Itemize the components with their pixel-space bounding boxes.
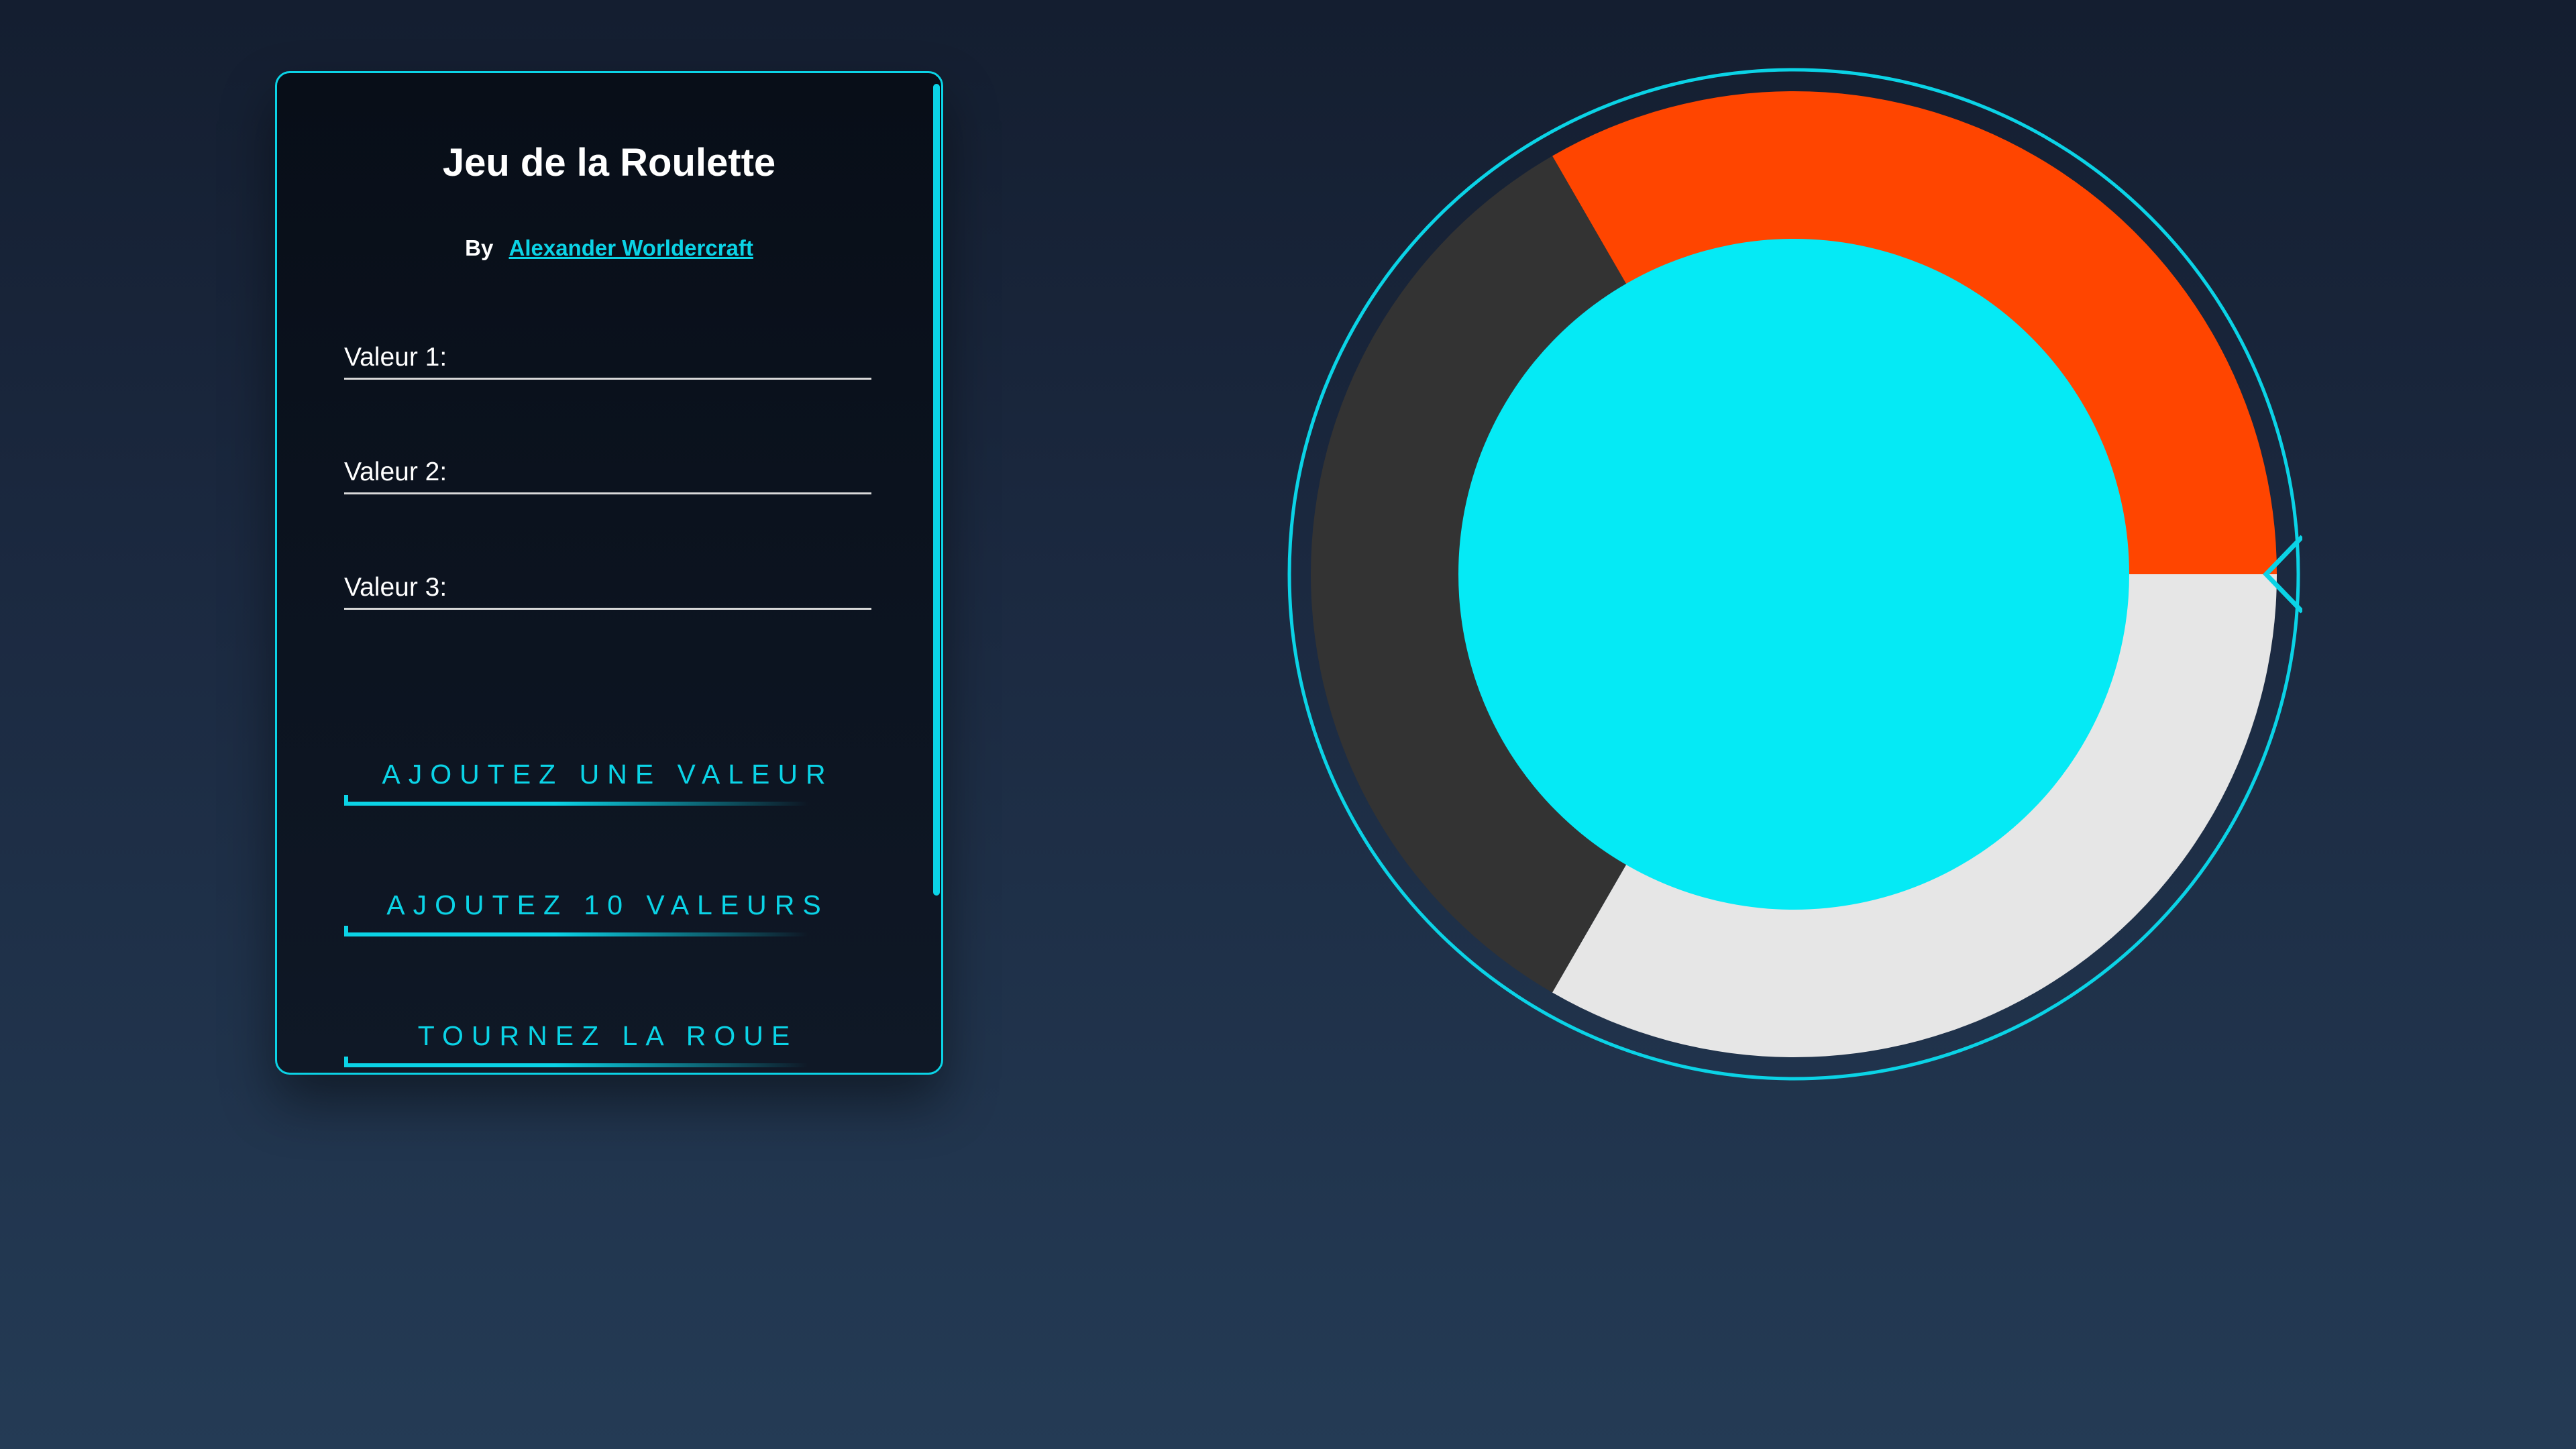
value-1-input[interactable] <box>458 336 871 375</box>
add-value-button[interactable]: AJOUTEZ UNE VALEUR <box>344 759 871 806</box>
add-ten-values-tick <box>344 926 348 936</box>
value-2-field: Valeur 2: <box>344 436 871 494</box>
panel-scrollbar[interactable] <box>933 84 940 896</box>
value-1-field: Valeur 1: <box>344 321 871 380</box>
author-link[interactable]: Alexander Worldercraft <box>509 235 753 260</box>
wheel-hub <box>1458 239 2129 910</box>
roulette-wheel[interactable] <box>1285 66 2302 1083</box>
value-3-input[interactable] <box>458 566 871 605</box>
value-3-field: Valeur 3: <box>344 551 871 610</box>
add-ten-values-underline <box>344 932 871 936</box>
spin-wheel-label: TOURNEZ LA ROUE <box>417 1020 798 1051</box>
value-2-label: Valeur 2: <box>344 458 447 486</box>
value-1-label: Valeur 1: <box>344 343 447 372</box>
author-prefix: By <box>465 235 494 260</box>
add-ten-values-label: AJOUTEZ 10 VALEURS <box>386 890 829 920</box>
add-value-underline <box>344 802 871 806</box>
spin-wheel-underline <box>344 1063 871 1067</box>
value-2-input[interactable] <box>458 451 871 490</box>
value-3-label: Valeur 3: <box>344 573 447 602</box>
spin-wheel-button[interactable]: TOURNEZ LA ROUE <box>344 1020 871 1067</box>
page-title: Jeu de la Roulette <box>442 141 776 184</box>
author-line: By Alexander Worldercraft <box>277 235 941 261</box>
spin-wheel-tick <box>344 1057 348 1067</box>
control-panel: Jeu de la Roulette By Alexander Worlderc… <box>275 71 943 1075</box>
add-value-tick <box>344 795 348 806</box>
add-ten-values-button[interactable]: AJOUTEZ 10 VALEURS <box>344 890 871 936</box>
add-value-label: AJOUTEZ UNE VALEUR <box>382 759 834 790</box>
